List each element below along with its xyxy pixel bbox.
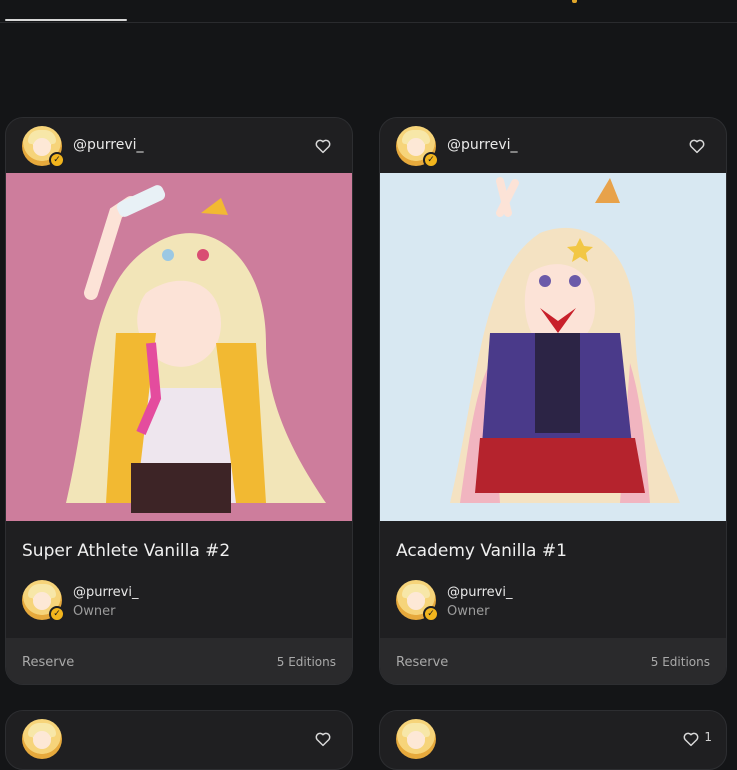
- nft-card-partial[interactable]: 1: [379, 710, 727, 770]
- owner-avatar[interactable]: ✓: [22, 580, 65, 622]
- owner-avatar[interactable]: ✓: [396, 580, 439, 622]
- verified-icon: ✓: [49, 606, 65, 622]
- creator-handle[interactable]: @purrevi_: [73, 137, 144, 153]
- creator-avatar[interactable]: [396, 719, 436, 759]
- artwork-image[interactable]: [6, 173, 352, 521]
- card-header: ✓ @purrevi_: [380, 118, 726, 174]
- creator-avatar[interactable]: ✓: [396, 126, 439, 168]
- nft-title[interactable]: Super Athlete Vanilla #2: [22, 541, 230, 561]
- active-tab-indicator: [5, 19, 127, 21]
- nft-card[interactable]: ✓ @purrevi_ Super Athlete Vanilla #2 ✓ @…: [5, 117, 353, 685]
- card-header: ✓ @purrevi_: [6, 118, 352, 174]
- verified-icon: ✓: [49, 152, 65, 168]
- owner-handle[interactable]: @purrevi_: [73, 585, 138, 600]
- reserve-label: Reserve: [396, 655, 449, 670]
- owner-role-label: Owner: [73, 604, 116, 619]
- heart-icon[interactable]: [314, 730, 332, 748]
- reserve-label: Reserve: [22, 655, 75, 670]
- heart-icon[interactable]: [688, 137, 706, 155]
- owner-handle[interactable]: @purrevi_: [447, 585, 512, 600]
- card-footer: Reserve 5 Editions: [380, 638, 726, 684]
- top-tab-bar: [0, 0, 737, 23]
- heart-icon[interactable]: [682, 730, 700, 748]
- nft-card-partial[interactable]: [5, 710, 353, 770]
- owner-role-label: Owner: [447, 604, 490, 619]
- accent-indicator: [572, 0, 577, 3]
- creator-avatar[interactable]: ✓: [22, 126, 65, 168]
- verified-icon: ✓: [423, 152, 439, 168]
- creator-avatar[interactable]: [22, 719, 62, 759]
- artwork-image[interactable]: [380, 173, 726, 521]
- card-footer: Reserve 5 Editions: [6, 638, 352, 684]
- heart-icon[interactable]: [314, 137, 332, 155]
- creator-handle[interactable]: @purrevi_: [447, 137, 518, 153]
- nft-card[interactable]: ✓ @purrevi_ Academy Vanilla #1 ✓ @purrev…: [379, 117, 727, 685]
- like-count: 1: [704, 730, 712, 744]
- verified-icon: ✓: [423, 606, 439, 622]
- nft-title[interactable]: Academy Vanilla #1: [396, 541, 567, 561]
- editions-count: 5 Editions: [276, 655, 336, 669]
- editions-count: 5 Editions: [650, 655, 710, 669]
